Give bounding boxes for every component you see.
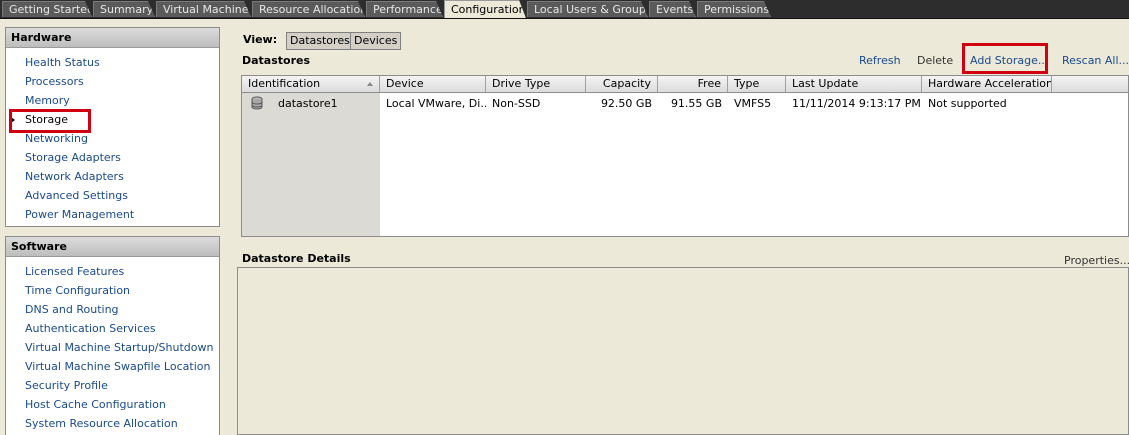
col-type[interactable]: Type: [728, 76, 786, 92]
cell-hardware-acceleration: Not supported: [928, 97, 1007, 110]
cell-device: Local VMware, Di...: [386, 97, 486, 110]
nav-host-cache-configuration[interactable]: Host Cache Configuration: [25, 396, 166, 414]
delete-link[interactable]: Delete: [917, 54, 953, 67]
col-last-update[interactable]: Last Update: [786, 76, 922, 92]
selected-arrow-icon: [11, 117, 15, 123]
tab-resource-allocation[interactable]: Resource Allocation: [252, 1, 365, 17]
cell-identification: datastore1: [278, 97, 338, 110]
tab-bar: Getting Started Summary Virtual Machines…: [0, 0, 1129, 19]
nav-authentication-services[interactable]: Authentication Services: [25, 320, 156, 338]
nav-security-profile[interactable]: Security Profile: [25, 377, 108, 395]
sort-ascending-icon: [367, 82, 373, 86]
col-identification-label: Identification: [248, 77, 321, 90]
table-header: Identification Device Drive Type Capacit…: [242, 76, 1128, 93]
nav-storage-adapters[interactable]: Storage Adapters: [25, 149, 121, 167]
nav-processors[interactable]: Processors: [25, 73, 84, 91]
tab-configuration[interactable]: Configuration: [444, 0, 526, 18]
refresh-link[interactable]: Refresh: [859, 54, 901, 67]
tab-events[interactable]: Events: [649, 1, 696, 17]
col-hardware-acceleration[interactable]: Hardware Acceleration: [922, 76, 1052, 92]
properties-link[interactable]: Properties...: [1064, 254, 1129, 267]
view-datastores-button[interactable]: Datastores: [286, 32, 354, 50]
datastore-details-title: Datastore Details: [242, 252, 351, 265]
datastores-table: Identification Device Drive Type Capacit…: [241, 75, 1129, 237]
nav-network-adapters[interactable]: Network Adapters: [25, 168, 124, 186]
datastore-icon: [251, 96, 263, 110]
nav-dns-routing[interactable]: DNS and Routing: [25, 301, 119, 319]
nav-system-resource-allocation[interactable]: System Resource Allocation: [25, 415, 178, 433]
tab-permissions[interactable]: Permissions: [697, 1, 771, 17]
col-identification[interactable]: Identification: [242, 76, 380, 92]
nav-advanced-settings[interactable]: Advanced Settings: [25, 187, 128, 205]
col-capacity[interactable]: Capacity: [586, 76, 658, 92]
tab-getting-started[interactable]: Getting Started: [2, 1, 92, 17]
nav-vm-startup-shutdown[interactable]: Virtual Machine Startup/Shutdown: [25, 339, 213, 357]
add-storage-link[interactable]: Add Storage...: [970, 54, 1048, 67]
tab-performance[interactable]: Performance: [366, 1, 443, 17]
tab-local-users-groups[interactable]: Local Users & Groups: [527, 1, 648, 17]
rescan-all-link[interactable]: Rescan All...: [1062, 54, 1129, 67]
identification-column-shade: [242, 93, 380, 236]
nav-licensed-features[interactable]: Licensed Features: [25, 263, 124, 281]
tab-virtual-machines[interactable]: Virtual Machines: [156, 1, 251, 17]
hardware-header: Hardware: [6, 28, 219, 48]
cell-drive-type: Non-SSD: [492, 97, 541, 110]
col-free[interactable]: Free: [658, 76, 728, 92]
nav-storage[interactable]: Storage: [25, 111, 68, 129]
nav-vm-swapfile-location[interactable]: Virtual Machine Swapfile Location: [25, 358, 210, 376]
nav-time-configuration[interactable]: Time Configuration: [25, 282, 130, 300]
view-label: View:: [243, 33, 278, 46]
cell-last-update: 11/11/2014 9:13:17 PM: [792, 97, 921, 110]
datastores-title: Datastores: [242, 54, 311, 67]
nav-power-management[interactable]: Power Management: [25, 206, 134, 224]
cell-capacity: 92.50 GB: [600, 97, 652, 110]
col-device[interactable]: Device: [380, 76, 486, 92]
cell-free: 91.55 GB: [670, 97, 722, 110]
tab-summary[interactable]: Summary: [93, 1, 155, 17]
cell-type: VMFS5: [734, 97, 772, 110]
software-header: Software: [6, 237, 219, 257]
nav-networking[interactable]: Networking: [25, 130, 88, 148]
nav-health-status[interactable]: Health Status: [25, 54, 100, 72]
datastore-details-pane: [237, 267, 1129, 435]
col-drive-type[interactable]: Drive Type: [486, 76, 586, 92]
view-devices-button[interactable]: Devices: [350, 32, 402, 50]
nav-memory[interactable]: Memory: [25, 92, 70, 110]
